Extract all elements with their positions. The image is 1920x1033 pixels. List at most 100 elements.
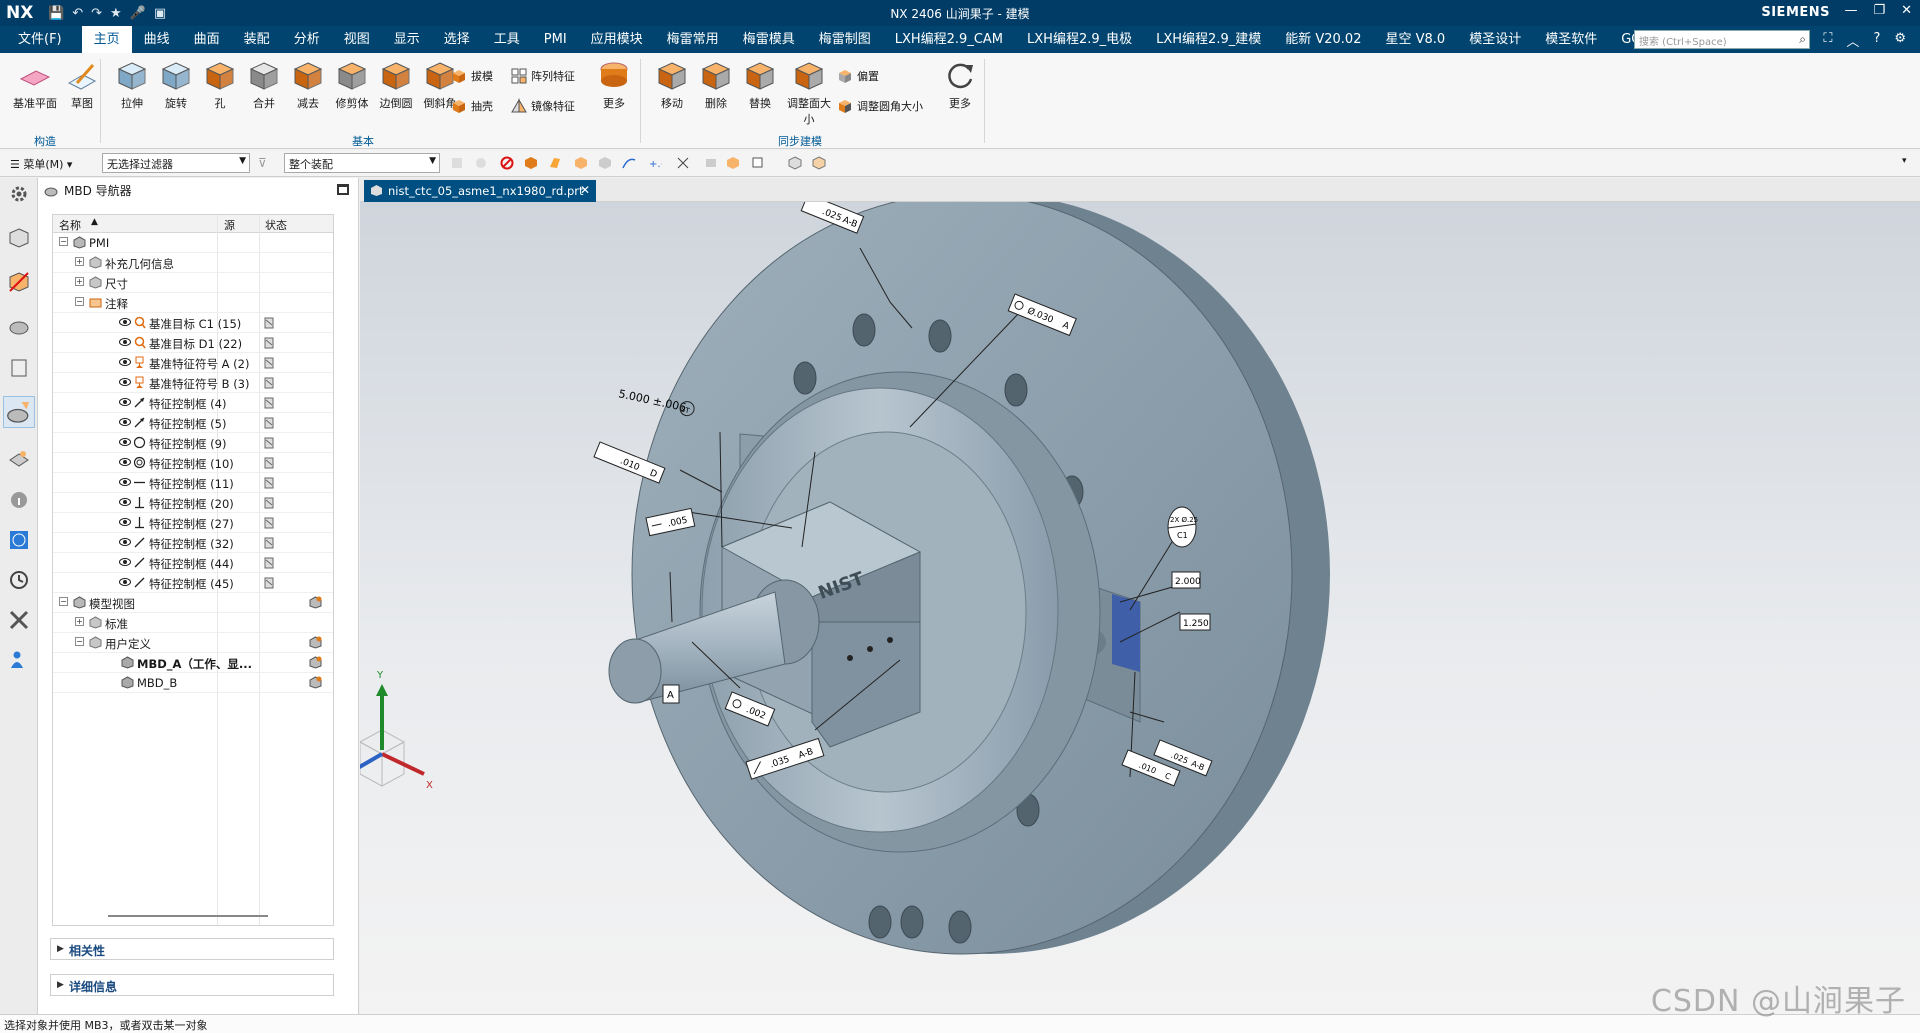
gear-icon[interactable] xyxy=(7,182,31,206)
eye-icon[interactable] xyxy=(119,457,131,467)
tree-row[interactable]: 特征控制框 (11) xyxy=(53,473,333,493)
menu-tab-0[interactable]: 主页 xyxy=(81,26,132,53)
menu-tab-19[interactable]: 模圣设计 xyxy=(1457,26,1533,53)
menu-tab-12[interactable]: 梅雷模具 xyxy=(731,26,807,53)
dim-2000[interactable]: 2.000 xyxy=(1171,571,1201,589)
deselect-icon[interactable] xyxy=(474,156,488,170)
expand-toggle-icon[interactable]: − xyxy=(59,597,68,606)
sync-button-0[interactable]: 移动 xyxy=(650,59,694,111)
basic-button-2[interactable]: 孔 xyxy=(198,59,242,111)
tree-row[interactable]: − 模型视图 xyxy=(53,593,333,613)
display-mode-icon[interactable] xyxy=(726,156,740,170)
assembly-navigator-icon[interactable] xyxy=(7,226,31,250)
dim-1250[interactable]: 1.250 xyxy=(1179,613,1211,631)
part-navigator-icon[interactable] xyxy=(7,270,31,294)
expand-toggle-icon[interactable]: − xyxy=(75,297,84,306)
horizontal-scrollbar[interactable] xyxy=(108,915,268,917)
view-triad[interactable]: Y X xyxy=(360,670,433,791)
menu-tab-9[interactable]: PMI xyxy=(532,26,579,53)
point-icon[interactable]: +.+ xyxy=(648,156,662,170)
menu-tab-14[interactable]: LXH编程2.9_CAM xyxy=(883,26,1015,53)
tree-row[interactable]: 基准目标 D1 (22) xyxy=(53,333,333,353)
tree-row[interactable]: + 标准 xyxy=(53,613,333,633)
curve-icon[interactable] xyxy=(622,156,636,170)
eye-icon[interactable] xyxy=(119,477,131,487)
web-browser-icon[interactable] xyxy=(7,528,31,552)
menu-tab-2[interactable]: 曲面 xyxy=(182,26,232,53)
eye-icon[interactable] xyxy=(119,537,131,547)
section-icon[interactable] xyxy=(704,156,718,170)
eye-icon[interactable] xyxy=(119,417,131,427)
model-canvas[interactable]: NIST .025 A-B Ø.030 A 5.000 ±.006 ST .01… xyxy=(360,202,1920,1014)
datum-plane-button[interactable]: 基准平面 xyxy=(8,59,62,111)
eye-icon[interactable] xyxy=(119,437,131,447)
document-tab[interactable]: nist_ctc_05_asme1_nx1980_rd.prt ✕ xyxy=(364,180,596,202)
menu-tab-15[interactable]: LXH编程2.9_电极 xyxy=(1015,26,1144,53)
details-panel[interactable]: ▶ 详细信息 xyxy=(50,974,334,996)
menu-file[interactable]: 文件(F) xyxy=(0,26,82,53)
menu-tab-11[interactable]: 梅雷常用 xyxy=(655,26,731,53)
draft-button[interactable]: 拔模 xyxy=(450,67,493,85)
menu-tab-16[interactable]: LXH编程2.9_建模 xyxy=(1144,26,1273,53)
pmi-icon[interactable] xyxy=(7,446,31,470)
tree-row[interactable]: 特征控制框 (9) xyxy=(53,433,333,453)
eye-icon[interactable] xyxy=(119,357,131,367)
tree-row[interactable]: + 尺寸 xyxy=(53,273,333,293)
sync-button-1[interactable]: 删除 xyxy=(694,59,738,111)
tree-row[interactable]: MBD_A（工作、显... xyxy=(53,653,333,673)
tree-row[interactable]: 特征控制框 (27) xyxy=(53,513,333,533)
filter-icon[interactable]: ⊽ xyxy=(258,156,272,170)
tree-row[interactable]: 基准目标 C1 (15) xyxy=(53,313,333,333)
basic-button-6[interactable]: 边倒圆 xyxy=(374,59,418,111)
eye-icon[interactable] xyxy=(119,397,131,407)
menu-tab-7[interactable]: 选择 xyxy=(432,26,482,53)
expand-toggle-icon[interactable]: − xyxy=(75,637,84,646)
expand-toggle-icon[interactable]: + xyxy=(75,617,84,626)
tree-row[interactable]: 特征控制框 (20) xyxy=(53,493,333,513)
sync-more-button[interactable]: 更多 xyxy=(938,59,982,111)
eye-icon[interactable] xyxy=(119,377,131,387)
sketch-button[interactable]: 草图 xyxy=(60,59,104,111)
solid-body-icon[interactable] xyxy=(524,156,538,170)
eye-icon[interactable] xyxy=(119,337,131,347)
help-icon[interactable]: ? xyxy=(1873,31,1880,50)
eye-icon[interactable] xyxy=(119,517,131,527)
main-menu-button[interactable]: ☰ 菜单(M) ▾ xyxy=(10,156,72,172)
offset-button[interactable]: 偏置 xyxy=(836,67,879,85)
datum-a-symbol[interactable]: A xyxy=(662,684,680,704)
close-icon[interactable]: ✕ xyxy=(1901,3,1912,18)
tree-row[interactable]: − 注释 xyxy=(53,293,333,313)
dependencies-panel[interactable]: ▶ 相关性 xyxy=(50,938,334,960)
history-icon[interactable] xyxy=(7,356,31,380)
tree-row[interactable]: 特征控制框 (5) xyxy=(53,413,333,433)
tree-row[interactable]: MBD_B xyxy=(53,673,333,693)
sync-button-2[interactable]: 替换 xyxy=(738,59,782,111)
column-source[interactable]: 源 xyxy=(224,217,235,233)
feature-icon[interactable] xyxy=(574,156,588,170)
render-style-icon[interactable] xyxy=(812,156,826,170)
menu-tab-6[interactable]: 显示 xyxy=(382,26,432,53)
eye-icon[interactable] xyxy=(119,497,131,507)
basic-button-1[interactable]: 旋转 xyxy=(154,59,198,111)
settings-icon[interactable]: ⚙ xyxy=(1894,31,1906,50)
tree-row[interactable]: 特征控制框 (10) xyxy=(53,453,333,473)
basic-more-button[interactable]: 更多 xyxy=(592,59,636,111)
eye-icon[interactable] xyxy=(119,317,131,327)
expand-toggle-icon[interactable]: + xyxy=(75,277,84,286)
menu-tab-3[interactable]: 装配 xyxy=(232,26,282,53)
toolbar-options-icon[interactable]: ▾ xyxy=(1902,156,1916,170)
select-all-icon[interactable] xyxy=(450,156,464,170)
clock-icon[interactable] xyxy=(7,568,31,592)
tree-row[interactable]: − 用户定义 xyxy=(53,633,333,653)
collapse-ribbon-icon[interactable]: ︿ xyxy=(1846,31,1859,50)
info-icon[interactable] xyxy=(7,488,31,512)
basic-button-4[interactable]: 减去 xyxy=(286,59,330,111)
type-filter-select[interactable]: 无选择过滤器 ▼ xyxy=(102,153,250,173)
menu-tab-1[interactable]: 曲线 xyxy=(132,26,182,53)
command-search-input[interactable]: 搜索 (Ctrl+Space) ⌕ xyxy=(1634,30,1810,49)
pointer-icon[interactable] xyxy=(752,156,766,170)
graphics-viewport[interactable]: NIST .025 A-B Ø.030 A 5.000 ±.006 ST .01… xyxy=(360,202,1920,1014)
menu-tab-18[interactable]: 星空 V8.0 xyxy=(1373,26,1457,53)
menu-tab-20[interactable]: 模圣软件 xyxy=(1533,26,1609,53)
basic-button-0[interactable]: 拉伸 xyxy=(110,59,154,111)
